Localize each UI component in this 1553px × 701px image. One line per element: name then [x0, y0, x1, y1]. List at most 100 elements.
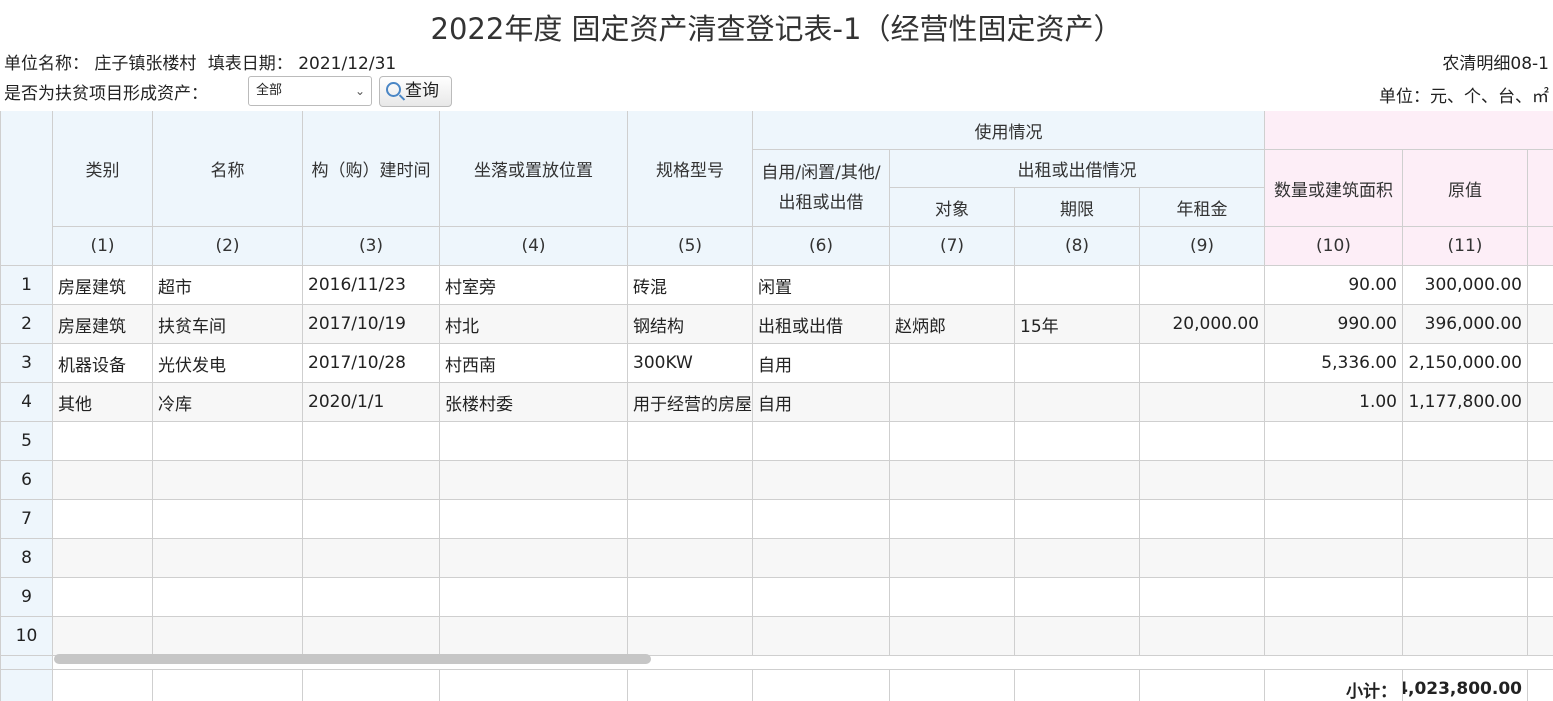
table-cell[interactable]: 1,177,800.00: [1403, 383, 1528, 422]
table-cell[interactable]: 396,000.00: [1403, 305, 1528, 344]
table-cell[interactable]: [153, 578, 303, 617]
table-cell[interactable]: 2016/11/23: [303, 266, 440, 305]
table-cell[interactable]: [1015, 578, 1140, 617]
table-cell[interactable]: [153, 617, 303, 656]
table-cell[interactable]: 300KW: [628, 344, 753, 383]
table-cell[interactable]: 300,000.00: [1403, 266, 1528, 305]
table-cell[interactable]: [440, 500, 628, 539]
query-button[interactable]: 查询: [379, 76, 452, 107]
table-cell[interactable]: [890, 578, 1015, 617]
table-cell[interactable]: [153, 500, 303, 539]
table-cell[interactable]: 房屋建筑: [53, 266, 153, 305]
table-cell[interactable]: [753, 500, 890, 539]
table-cell[interactable]: 光伏发电: [153, 344, 303, 383]
table-cell[interactable]: [1140, 344, 1265, 383]
table-cell[interactable]: 90.00: [1265, 266, 1403, 305]
table-cell[interactable]: [890, 461, 1015, 500]
table-cell[interactable]: 20,000.00: [1140, 305, 1265, 344]
table-cell[interactable]: [890, 344, 1015, 383]
table-cell[interactable]: [890, 422, 1015, 461]
table-cell[interactable]: [628, 578, 753, 617]
table-cell[interactable]: 村室旁: [440, 266, 628, 305]
table-cell[interactable]: [1265, 500, 1403, 539]
table-cell[interactable]: [440, 617, 628, 656]
table-cell[interactable]: [440, 422, 628, 461]
table-cell[interactable]: [53, 461, 153, 500]
table-cell[interactable]: 2017/10/28: [303, 344, 440, 383]
table-cell[interactable]: [53, 617, 153, 656]
table-cell[interactable]: [1140, 539, 1265, 578]
table-cell[interactable]: [1015, 500, 1140, 539]
table-cell[interactable]: [1140, 578, 1265, 617]
table-cell[interactable]: [628, 500, 753, 539]
table-cell[interactable]: 2020/1/1: [303, 383, 440, 422]
table-cell[interactable]: [1265, 539, 1403, 578]
table-cell[interactable]: 15年: [1015, 305, 1140, 344]
table-cell[interactable]: [303, 461, 440, 500]
table-cell[interactable]: [628, 617, 753, 656]
table-cell[interactable]: 村西南: [440, 344, 628, 383]
table-cell[interactable]: [1403, 500, 1528, 539]
table-cell[interactable]: [303, 539, 440, 578]
table-cell[interactable]: [1015, 422, 1140, 461]
table-cell[interactable]: [1265, 578, 1403, 617]
table-cell[interactable]: [753, 461, 890, 500]
table-cell[interactable]: [440, 539, 628, 578]
horizontal-scrollbar[interactable]: [54, 654, 651, 664]
table-cell[interactable]: [890, 383, 1015, 422]
table-cell[interactable]: [890, 539, 1015, 578]
table-cell[interactable]: [53, 578, 153, 617]
table-cell[interactable]: 扶贫车间: [153, 305, 303, 344]
table-cell[interactable]: [1015, 539, 1140, 578]
table-cell[interactable]: [1403, 617, 1528, 656]
table-cell[interactable]: [1265, 422, 1403, 461]
table-cell[interactable]: [628, 422, 753, 461]
table-cell[interactable]: 其他: [53, 383, 153, 422]
table-cell[interactable]: [628, 461, 753, 500]
table-cell[interactable]: [440, 461, 628, 500]
table-cell[interactable]: 钢结构: [628, 305, 753, 344]
table-cell[interactable]: 用于经营的房屋: [628, 383, 753, 422]
table-cell[interactable]: [1015, 461, 1140, 500]
table-cell[interactable]: [440, 578, 628, 617]
table-cell[interactable]: 自用: [753, 344, 890, 383]
table-cell[interactable]: 房屋建筑: [53, 305, 153, 344]
table-cell[interactable]: [153, 539, 303, 578]
table-cell[interactable]: 张楼村委: [440, 383, 628, 422]
table-cell[interactable]: [53, 422, 153, 461]
table-cell[interactable]: [1140, 617, 1265, 656]
table-cell[interactable]: [1140, 500, 1265, 539]
table-cell[interactable]: 超市: [153, 266, 303, 305]
table-cell[interactable]: 砖混: [628, 266, 753, 305]
table-cell[interactable]: [303, 500, 440, 539]
table-cell[interactable]: [1403, 422, 1528, 461]
table-cell[interactable]: [1140, 461, 1265, 500]
poverty-filter-select[interactable]: 全部 ⌄: [248, 76, 372, 106]
table-cell[interactable]: [1403, 461, 1528, 500]
table-cell[interactable]: 闲置: [753, 266, 890, 305]
table-cell[interactable]: 村北: [440, 305, 628, 344]
table-cell[interactable]: 机器设备: [53, 344, 153, 383]
table-cell[interactable]: [1015, 344, 1140, 383]
table-cell[interactable]: [1140, 422, 1265, 461]
table-cell[interactable]: 5,336.00: [1265, 344, 1403, 383]
table-cell[interactable]: [1015, 617, 1140, 656]
table-cell[interactable]: [303, 617, 440, 656]
table-cell[interactable]: [153, 422, 303, 461]
table-cell[interactable]: 1.00: [1265, 383, 1403, 422]
table-cell[interactable]: 自用: [753, 383, 890, 422]
table-cell[interactable]: [53, 500, 153, 539]
table-cell[interactable]: [1403, 578, 1528, 617]
table-cell[interactable]: 990.00: [1265, 305, 1403, 344]
table-cell[interactable]: [753, 578, 890, 617]
table-cell[interactable]: [1015, 383, 1140, 422]
table-cell[interactable]: [753, 422, 890, 461]
table-cell[interactable]: [628, 539, 753, 578]
table-cell[interactable]: 2017/10/19: [303, 305, 440, 344]
table-cell[interactable]: 赵炳郎: [890, 305, 1015, 344]
table-cell[interactable]: [53, 539, 153, 578]
table-cell[interactable]: [753, 617, 890, 656]
table-cell[interactable]: [890, 500, 1015, 539]
table-cell[interactable]: [1015, 266, 1140, 305]
table-cell[interactable]: [753, 539, 890, 578]
